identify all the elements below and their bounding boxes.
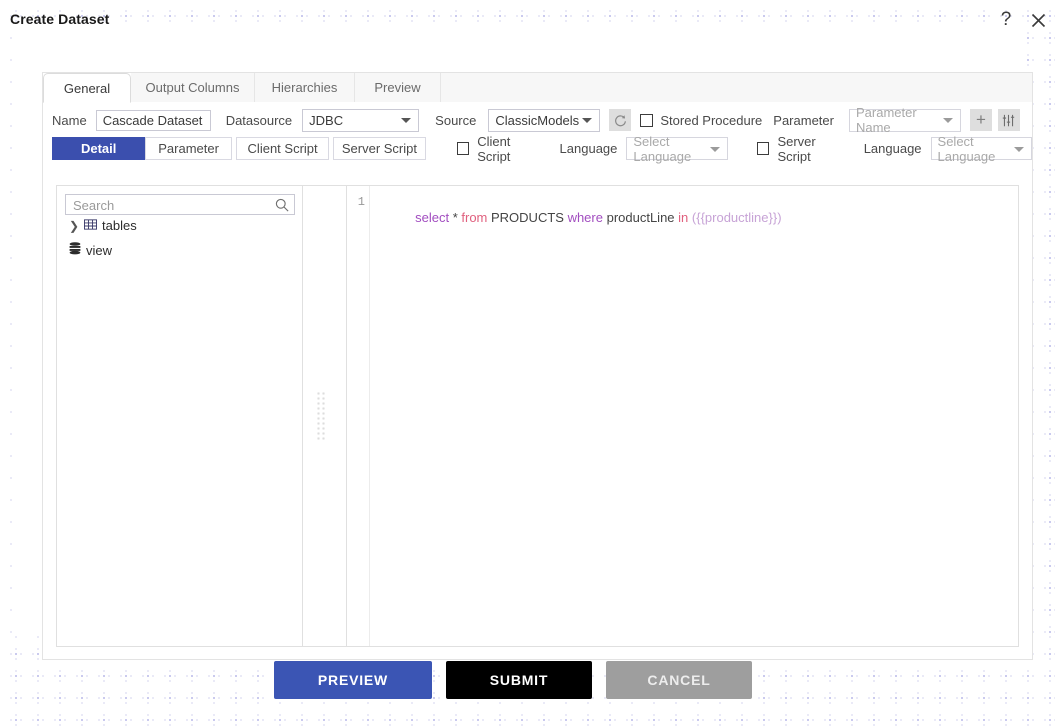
server-script-checkbox[interactable] — [756, 142, 770, 155]
tree-node-tables[interactable]: ❯ tables — [69, 218, 137, 233]
sql-token: in — [678, 210, 689, 225]
stored-procedure-label: Stored Procedure — [660, 112, 763, 128]
client-language-label: Language — [559, 141, 618, 156]
tab-filler — [441, 73, 1032, 102]
client-language-value: Select Language — [633, 133, 692, 164]
subtab-client-script[interactable]: Client Script — [235, 137, 330, 160]
subtab-detail[interactable]: Detail — [52, 137, 146, 160]
server-language-label: Language — [863, 141, 922, 156]
parameter-name-value: Parameter Name — [855, 105, 917, 135]
datasource-value: JDBC — [309, 112, 344, 128]
tree-node-label: tables — [102, 218, 137, 233]
tab-bar: General Output Columns Hierarchies Previ… — [43, 73, 1032, 103]
refresh-icon[interactable] — [609, 109, 632, 131]
tree-node-view[interactable]: view — [69, 242, 112, 258]
search-icon[interactable] — [275, 198, 289, 215]
editor-gutter: 1 — [347, 186, 370, 646]
server-language-select[interactable]: Select Language — [930, 134, 1033, 164]
client-script-checkbox[interactable] — [456, 142, 470, 155]
table-grid-icon — [84, 218, 97, 233]
sql-token: select — [415, 210, 450, 225]
schema-tree-panel: Search ❯ tables view — [57, 186, 303, 646]
search-placeholder: Search — [73, 198, 115, 213]
parameter-label: Parameter — [773, 112, 834, 128]
page-title: Create Dataset — [10, 11, 110, 27]
tab-general[interactable]: General — [43, 73, 131, 103]
sql-token: * — [449, 210, 462, 225]
sql-token: where — [567, 210, 603, 225]
sql-token: ) — [777, 210, 782, 225]
plus-icon[interactable]: + — [969, 109, 992, 131]
chevron-down-icon — [401, 118, 412, 123]
server-language-value: Select Language — [937, 133, 996, 164]
stored-procedure-checkbox[interactable] — [640, 113, 654, 127]
cancel-button[interactable]: CANCEL — [606, 661, 752, 699]
name-label: Name — [52, 112, 87, 128]
sql-code-line[interactable]: select * from PRODUCTS where productLine… — [379, 195, 782, 240]
create-dataset-dialog: General Output Columns Hierarchies Previ… — [13, 30, 1033, 660]
chevron-down-icon — [1014, 146, 1025, 152]
preview-button[interactable]: PREVIEW — [274, 661, 432, 699]
line-number: 1 — [357, 195, 365, 209]
parameter-name-select[interactable]: Parameter Name — [848, 105, 961, 135]
name-input[interactable]: Cascade Dataset — [95, 109, 211, 131]
subtab-server-script[interactable]: Server Script — [333, 137, 426, 160]
dialog-panel: General Output Columns Hierarchies Previ… — [42, 72, 1033, 660]
panel-splitter[interactable] — [304, 186, 346, 646]
submit-button[interactable]: SUBMIT — [446, 661, 592, 699]
datasource-select[interactable]: JDBC — [302, 108, 420, 132]
search-input[interactable]: Search — [65, 194, 295, 215]
close-icon[interactable] — [1025, 7, 1051, 33]
sql-parameter-token: {{productline}} — [696, 210, 778, 225]
sliders-icon[interactable] — [997, 109, 1020, 131]
sql-token: PRODUCTS — [487, 210, 568, 225]
client-script-label: Client Script — [477, 133, 511, 164]
splitter-grip-icon[interactable] — [316, 391, 327, 441]
tree-node-label: view — [86, 242, 113, 258]
source-label: Source — [435, 112, 477, 128]
source-select[interactable]: ClassicModels — [488, 108, 601, 132]
chevron-down-icon — [582, 118, 593, 123]
sql-editor[interactable]: 1 select * from PRODUCTS where productLi… — [346, 186, 1018, 646]
server-script-label: Server Script — [777, 133, 816, 164]
subtab-parameter[interactable]: Parameter — [145, 137, 232, 160]
chevron-down-icon — [709, 146, 720, 152]
sql-token: productLine — [602, 210, 679, 225]
tab-output-columns[interactable]: Output Columns — [131, 73, 255, 102]
tab-preview[interactable]: Preview — [355, 73, 441, 102]
datasource-label: Datasource — [225, 112, 293, 128]
database-stack-icon — [69, 242, 81, 258]
tab-hierarchies[interactable]: Hierarchies — [255, 73, 355, 102]
chevron-down-icon — [942, 118, 953, 123]
sql-token: from — [461, 210, 488, 225]
chevron-right-icon[interactable]: ❯ — [69, 219, 81, 233]
content-area: Search ❯ tables view 1 select * from PRO… — [56, 185, 1019, 647]
client-language-select[interactable]: Select Language — [626, 134, 728, 164]
source-value: ClassicModels — [495, 112, 580, 128]
